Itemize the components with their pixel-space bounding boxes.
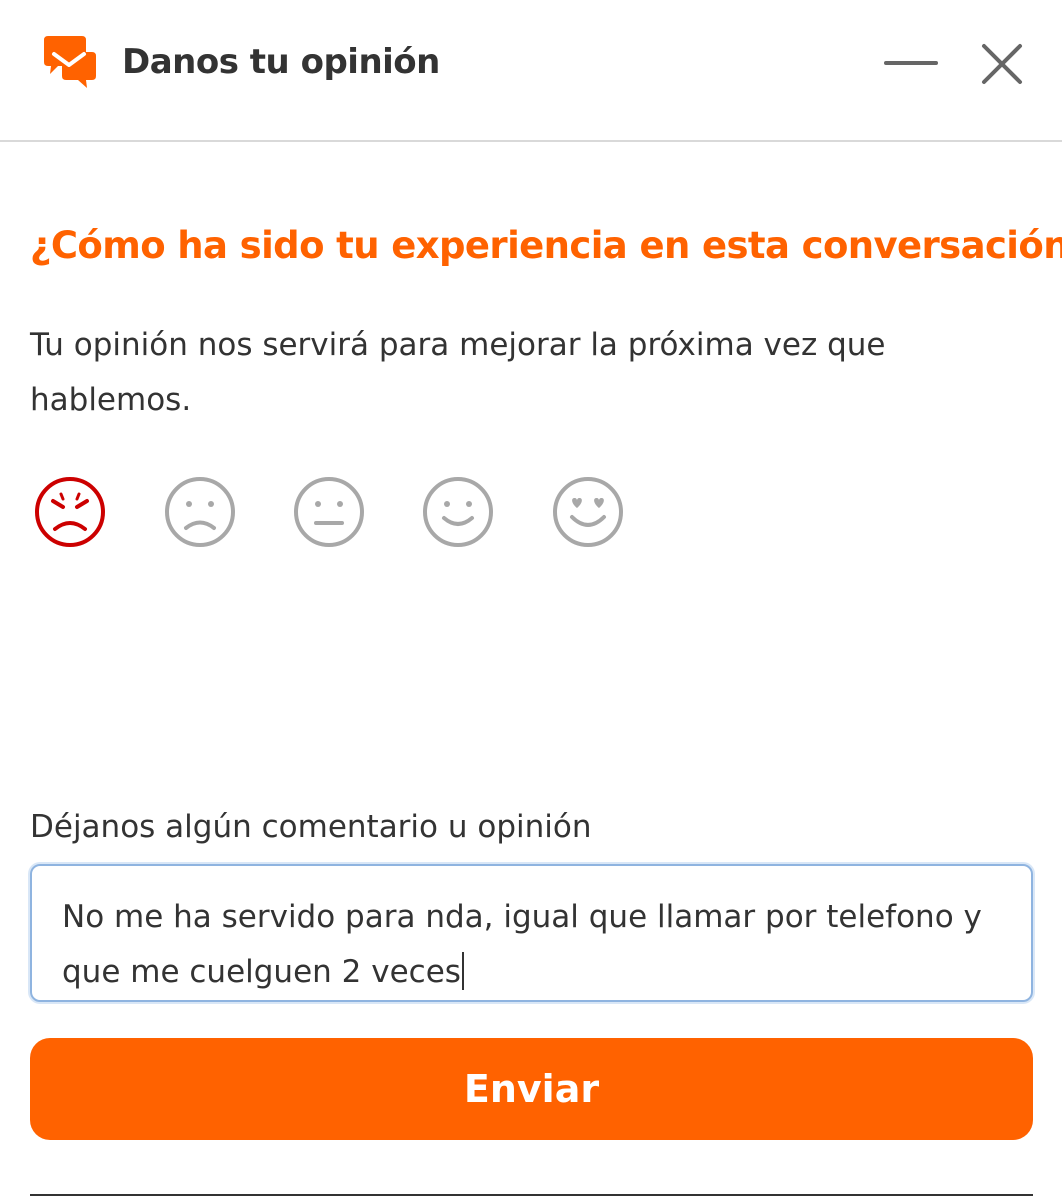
survey-subtitle: Tu opinión nos servirá para mejorar la p…	[30, 327, 886, 418]
chat-bubbles-icon	[44, 36, 96, 88]
comment-text: No me ha servido para nda, igual que lla…	[62, 899, 982, 990]
angry-face-icon[interactable]	[30, 472, 110, 552]
minimize-icon[interactable]	[880, 40, 942, 86]
comment-label: Déjanos algún comentario u opinión	[30, 809, 592, 845]
neutral-face-icon[interactable]	[289, 472, 369, 552]
rating-selector	[30, 472, 650, 552]
text-caret	[461, 952, 464, 990]
dialog-header: Danos tu opinión	[0, 0, 1062, 142]
dialog-title: Danos tu opinión	[122, 42, 440, 82]
submit-button[interactable]: Enviar	[30, 1038, 1033, 1140]
love-face-icon[interactable]	[548, 472, 628, 552]
smile-face-icon[interactable]	[418, 472, 498, 552]
bottom-divider	[30, 1194, 1033, 1196]
sad-face-icon[interactable]	[160, 472, 240, 552]
survey-question: ¿Cómo ha sido tu experiencia en esta con…	[30, 224, 1062, 267]
close-icon[interactable]	[972, 34, 1032, 94]
comment-textarea[interactable]: No me ha servido para nda, igual que lla…	[30, 864, 1033, 1002]
